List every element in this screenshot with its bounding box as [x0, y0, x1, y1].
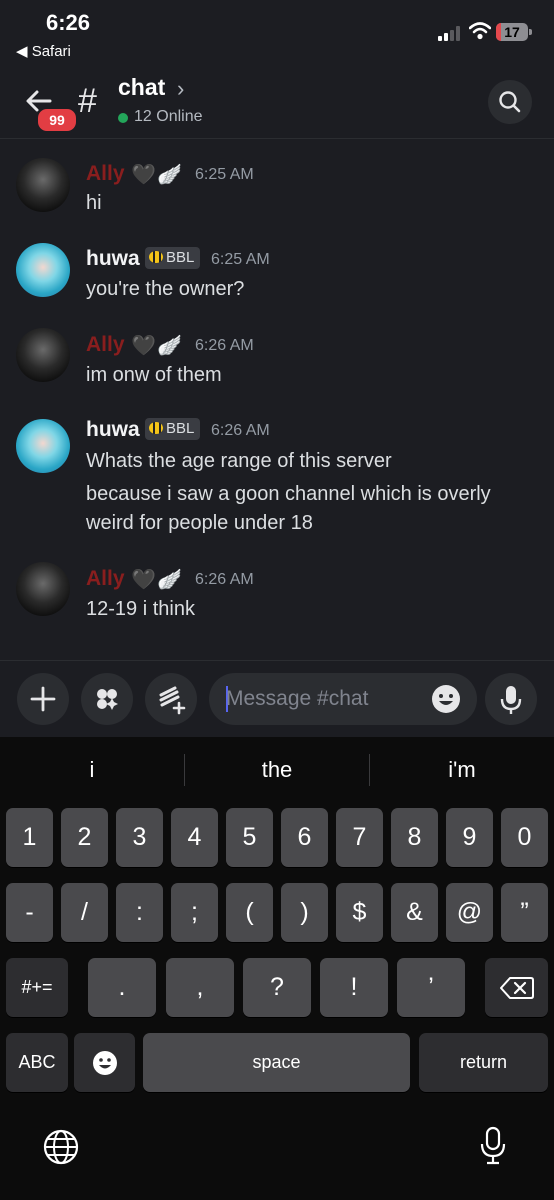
battery-level: 17 — [504, 24, 520, 40]
digit-key[interactable]: 3 — [116, 808, 163, 867]
avatar[interactable] — [16, 158, 70, 212]
message-author[interactable]: Ally — [86, 567, 125, 591]
message-text: you're the owner? — [86, 278, 245, 300]
message-author[interactable]: huwa — [86, 418, 140, 442]
digit-key[interactable]: 0 — [501, 808, 548, 867]
emoji-key[interactable] — [74, 1033, 135, 1092]
message-text: because i saw a goon channel which is ov… — [86, 483, 491, 505]
header-divider — [0, 138, 554, 139]
add-attachment-button[interactable] — [17, 673, 69, 725]
digit-key[interactable]: 4 — [171, 808, 218, 867]
space-key[interactable]: space — [143, 1033, 410, 1092]
online-count: 12 Online — [134, 108, 203, 125]
message-input-placeholder[interactable]: Message #chat — [226, 687, 368, 711]
digit-key[interactable]: 1 — [6, 808, 53, 867]
message-time: 6:25 AM — [195, 166, 254, 183]
wing-icon: 🪽 — [157, 335, 182, 357]
suggestion[interactable]: the — [185, 757, 369, 783]
symbol-key[interactable]: & — [391, 883, 438, 942]
avatar[interactable] — [16, 419, 70, 473]
gift-icon — [159, 686, 186, 715]
message-text: weird for people under 18 — [86, 512, 313, 534]
unread-badge: 99 — [36, 107, 78, 133]
symbol-key[interactable]: ” — [501, 883, 548, 942]
suggestion[interactable]: i'm — [370, 757, 554, 783]
message-text: hi — [86, 192, 102, 214]
bee-icon — [149, 251, 163, 263]
symbol-key[interactable]: ) — [281, 883, 328, 942]
digit-key[interactable]: 6 — [281, 808, 328, 867]
digit-key[interactable]: 8 — [391, 808, 438, 867]
role-tag-label: BBL — [166, 420, 195, 437]
avatar[interactable] — [16, 328, 70, 382]
message-time: 6:26 AM — [195, 337, 254, 354]
suggestion[interactable]: i — [0, 757, 184, 783]
avatar[interactable] — [16, 243, 70, 297]
search-icon — [499, 91, 521, 113]
battery-cap — [529, 29, 532, 35]
wifi-icon — [469, 22, 491, 40]
return-key[interactable]: return — [419, 1033, 548, 1092]
symbol-key[interactable]: @ — [446, 883, 493, 942]
message-text: im onw of them — [86, 364, 222, 386]
symbol-key[interactable]: - — [6, 883, 53, 942]
apps-icon — [97, 689, 118, 710]
abc-key[interactable]: ABC — [6, 1033, 68, 1092]
channel-title[interactable]: chat — [118, 74, 165, 101]
gift-button[interactable] — [145, 673, 197, 725]
apostrophe-key[interactable]: ’ — [397, 958, 465, 1017]
wing-icon: 🪽 — [157, 569, 182, 591]
search-button[interactable] — [488, 80, 532, 124]
symbols-toggle-key[interactable]: #+= — [6, 958, 68, 1017]
status-time: 6:26 — [46, 10, 91, 35]
role-tag[interactable]: BBL — [145, 418, 201, 440]
globe-icon[interactable] — [42, 1128, 80, 1166]
role-tag[interactable]: BBL — [145, 247, 201, 269]
black-heart-icon: 🖤 — [131, 335, 156, 357]
digit-key[interactable]: 2 — [61, 808, 108, 867]
message-text: Whats the age range of this server — [86, 450, 392, 472]
message-author[interactable]: Ally — [86, 162, 125, 186]
symbol-key[interactable]: : — [116, 883, 163, 942]
message-time: 6:25 AM — [211, 251, 270, 268]
message-time: 6:26 AM — [211, 422, 270, 439]
cellular-signal-icon — [438, 25, 460, 41]
battery-icon: 17 — [496, 23, 528, 41]
wing-icon: 🪽 — [157, 164, 182, 186]
black-heart-icon: 🖤 — [131, 164, 156, 186]
apps-button[interactable] — [81, 673, 133, 725]
message-author[interactable]: Ally — [86, 333, 125, 357]
symbol-key[interactable]: ; — [171, 883, 218, 942]
plus-icon — [30, 686, 56, 712]
question-key[interactable]: ? — [243, 958, 311, 1017]
digit-key[interactable]: 7 — [336, 808, 383, 867]
voice-message-button[interactable] — [485, 673, 537, 725]
emoji-icon[interactable] — [430, 683, 462, 715]
exclamation-key[interactable]: ! — [320, 958, 388, 1017]
digit-key[interactable]: 5 — [226, 808, 273, 867]
role-tag-label: BBL — [166, 249, 195, 266]
message-time: 6:26 AM — [195, 571, 254, 588]
bee-icon — [149, 422, 163, 434]
symbol-key[interactable]: $ — [336, 883, 383, 942]
digit-key[interactable]: 9 — [446, 808, 493, 867]
chevron-right-icon[interactable]: › — [177, 76, 184, 102]
message-text: 12-19 i think — [86, 598, 195, 620]
black-heart-icon: 🖤 — [131, 569, 156, 591]
channel-hash-icon: # — [78, 82, 97, 120]
symbol-key[interactable]: / — [61, 883, 108, 942]
comma-key[interactable]: , — [166, 958, 234, 1017]
delete-key[interactable] — [485, 958, 548, 1017]
message-author[interactable]: huwa — [86, 247, 140, 271]
period-key[interactable]: . — [88, 958, 156, 1017]
composer-divider — [0, 660, 554, 661]
microphone-icon — [500, 686, 522, 714]
backspace-icon — [499, 977, 534, 1000]
online-status-dot — [118, 113, 128, 123]
back-to-safari-link[interactable]: ◀ Safari — [16, 42, 71, 60]
dictation-microphone-icon[interactable] — [478, 1126, 508, 1166]
symbol-key[interactable]: ( — [226, 883, 273, 942]
avatar[interactable] — [16, 562, 70, 616]
emoji-face-icon — [92, 1051, 117, 1076]
